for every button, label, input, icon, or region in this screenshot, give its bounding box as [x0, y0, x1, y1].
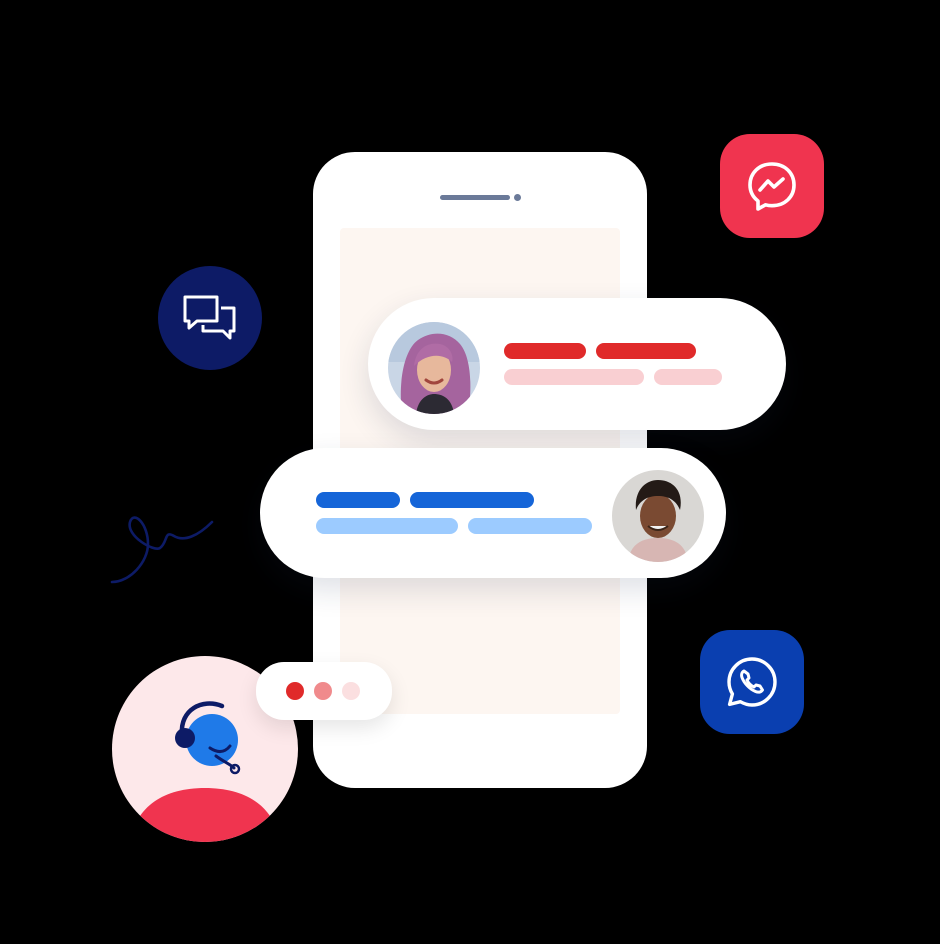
messenger-icon[interactable] — [720, 134, 824, 238]
woman-avatar — [388, 322, 480, 414]
message-line-1 — [504, 343, 586, 359]
message-line-1 — [316, 492, 400, 508]
message-line-2 — [596, 343, 696, 359]
chat-bubbles-icon[interactable] — [158, 266, 262, 370]
message-line-2 — [410, 492, 534, 508]
message-line-4 — [468, 518, 592, 534]
man-avatar — [612, 470, 704, 562]
squiggle-decoration — [110, 516, 214, 584]
whatsapp-icon[interactable] — [700, 630, 804, 734]
phone-speaker — [440, 195, 510, 200]
message-line-4 — [654, 369, 722, 385]
phone-camera — [514, 194, 521, 201]
message-line-3 — [504, 369, 644, 385]
typing-dot — [342, 682, 360, 700]
message-line-3 — [316, 518, 458, 534]
typing-dot — [314, 682, 332, 700]
typing-dot — [286, 682, 304, 700]
